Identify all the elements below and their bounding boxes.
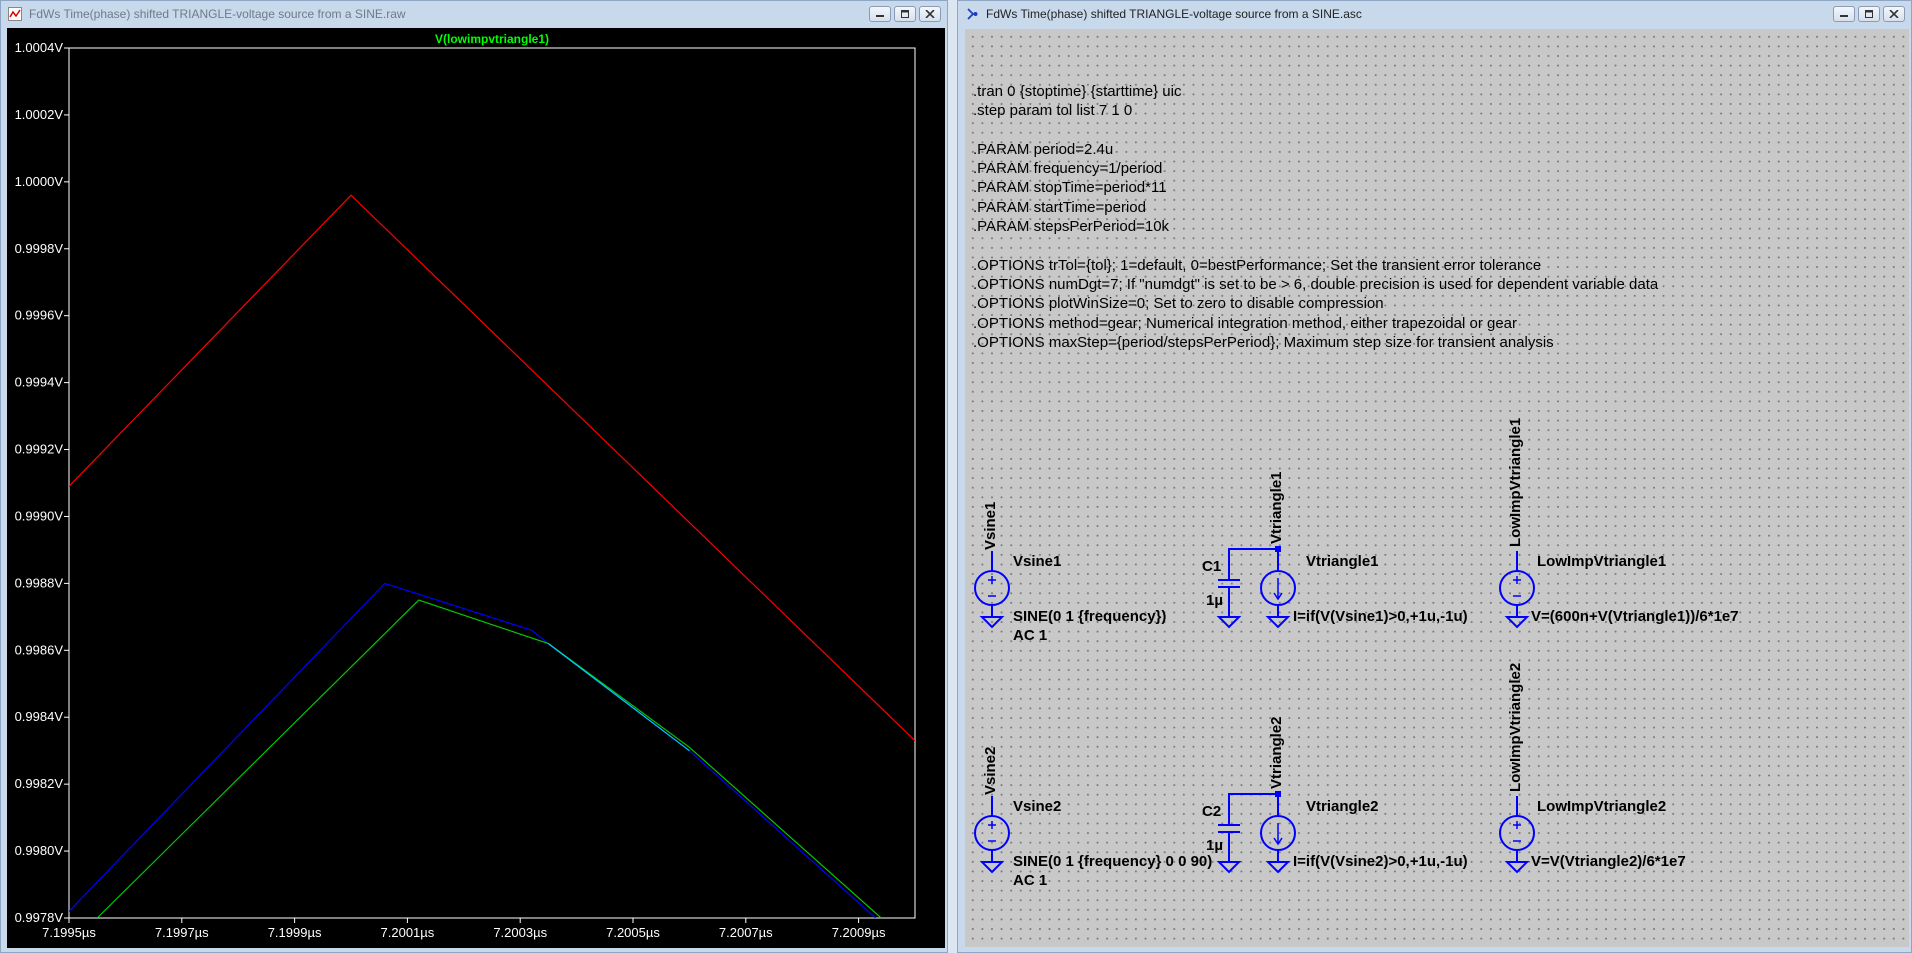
schematic-symbols xyxy=(974,546,1535,874)
y-tick-label: 0.9982V xyxy=(15,776,64,791)
x-tick-label: 7.1999µs xyxy=(268,925,322,940)
c2-symbol xyxy=(1216,793,1278,874)
vsine1-symbol xyxy=(974,551,1010,629)
lowimp1-symbol xyxy=(1499,551,1535,629)
waveform-window-title: FdWs Time(phase) shifted TRIANGLE-voltag… xyxy=(29,7,406,21)
trace-line-0 xyxy=(69,194,915,742)
y-tick-label: 1.0002V xyxy=(15,107,64,122)
c2-name[interactable]: C2 xyxy=(1202,803,1221,820)
schematic-titlebar[interactable]: FdWs Time(phase) shifted TRIANGLE-voltag… xyxy=(958,1,1911,27)
vsine2-ac[interactable]: AC 1 xyxy=(1013,872,1047,889)
lowimp1-value[interactable]: V=(600n+V(Vtriangle1))/6*1e7 xyxy=(1531,608,1739,625)
waveform-chart[interactable]: V(lowimpvtriangle1) 1.0004V 1.0002V 1.0000… xyxy=(7,28,945,948)
schematic-canvas[interactable]: .tran 0 {stoptime} {starttime} uic .step… xyxy=(965,29,1909,947)
vtriangle1-value[interactable]: I=if(V(Vsine1)>0,+1u,-1u) xyxy=(1293,608,1468,625)
c2-value[interactable]: 1µ xyxy=(1206,837,1223,854)
vsine1-value[interactable]: SINE(0 1 {frequency}) xyxy=(1013,608,1166,625)
net-label-vtriangle2[interactable]: Vtriangle2 xyxy=(1268,716,1285,789)
net-label-vtriangle1[interactable]: Vtriangle1 xyxy=(1268,471,1285,544)
vsine1-ac[interactable]: AC 1 xyxy=(1013,627,1047,644)
c1-symbol xyxy=(1216,548,1278,629)
minimize-button[interactable] xyxy=(1833,6,1855,22)
vtriangle2-value[interactable]: I=if(V(Vsine2)>0,+1u,-1u) xyxy=(1293,853,1468,870)
c1-name[interactable]: C1 xyxy=(1202,558,1221,575)
maximize-button[interactable] xyxy=(894,6,916,22)
waveform-window: FdWs Time(phase) shifted TRIANGLE-voltag… xyxy=(0,0,948,953)
lowimp2-symbol xyxy=(1499,796,1535,874)
y-tick-label: 1.0004V xyxy=(15,40,64,55)
c1-value[interactable]: 1µ xyxy=(1206,592,1223,609)
trace-line-1 xyxy=(69,582,876,918)
x-axis-ticks: 7.1995µs 7.1997µs 7.1999µs 7.2001µs 7.2003µs… xyxy=(42,918,886,940)
minimize-button[interactable] xyxy=(869,6,891,22)
x-tick-label: 7.1997µs xyxy=(155,925,209,940)
y-axis-ticks: 1.0004V 1.0002V 1.0000V 0.9998V 0.9996V 0.999… xyxy=(15,40,69,925)
net-label-vsine1[interactable]: Vsine1 xyxy=(982,502,999,550)
vtriangle2-name[interactable]: Vtriangle2 xyxy=(1306,798,1379,815)
x-tick-label: 7.2005µs xyxy=(606,925,660,940)
waveform-titlebar[interactable]: FdWs Time(phase) shifted TRIANGLE-voltag… xyxy=(1,1,947,27)
schematic-app-icon xyxy=(965,7,979,21)
vsine2-name[interactable]: Vsine2 xyxy=(1013,798,1061,815)
vtriangle2-symbol xyxy=(1260,791,1296,874)
x-tick-label: 7.2007µs xyxy=(719,925,773,940)
net-label-lowimp1[interactable]: LowImpVtriangle1 xyxy=(1507,418,1524,547)
y-tick-label: 0.9996V xyxy=(15,308,64,323)
y-tick-label: 0.9984V xyxy=(15,709,64,724)
y-tick-label: 0.9994V xyxy=(15,375,64,390)
vsine2-symbol xyxy=(974,796,1010,874)
x-tick-label: 7.2009µs xyxy=(832,925,886,940)
y-tick-label: 0.9992V xyxy=(15,442,64,457)
traces xyxy=(69,194,915,918)
plot-frame xyxy=(68,47,916,919)
waveform-plot-area[interactable]: V(lowimpvtriangle1) 1.0004V 1.0002V 1.0000… xyxy=(7,28,945,948)
waveform-app-icon xyxy=(8,7,22,21)
vsine2-value[interactable]: SINE(0 1 {frequency} 0 0 90) xyxy=(1013,853,1212,870)
y-tick-label: 0.9986V xyxy=(15,642,64,657)
y-tick-label: 0.9990V xyxy=(15,508,64,523)
trace-label: V(lowimpvtriangle1) xyxy=(435,32,549,46)
vtriangle1-symbol xyxy=(1260,546,1296,629)
y-tick-label: 0.9978V xyxy=(15,910,64,925)
trace-line-3 xyxy=(548,643,690,752)
y-tick-label: 0.9998V xyxy=(15,241,64,256)
close-button[interactable] xyxy=(1883,6,1905,22)
lowimp2-value[interactable]: V=V(Vtriangle2)/6*1e7 xyxy=(1531,853,1686,870)
lowimp2-name[interactable]: LowImpVtriangle2 xyxy=(1537,798,1666,815)
y-tick-label: 0.9980V xyxy=(15,843,64,858)
y-tick-label: 0.9988V xyxy=(15,575,64,590)
vsine1-name[interactable]: Vsine1 xyxy=(1013,553,1061,570)
close-button[interactable] xyxy=(919,6,941,22)
schematic-window: FdWs Time(phase) shifted TRIANGLE-voltag… xyxy=(957,0,1912,953)
x-tick-label: 7.1995µs xyxy=(42,925,96,940)
net-label-lowimp2[interactable]: LowImpVtriangle2 xyxy=(1507,663,1524,792)
lowimp1-name[interactable]: LowImpVtriangle1 xyxy=(1537,553,1666,570)
net-label-vsine2[interactable]: Vsine2 xyxy=(982,747,999,795)
y-tick-label: 1.0000V xyxy=(15,174,64,189)
vtriangle1-name[interactable]: Vtriangle1 xyxy=(1306,553,1379,570)
x-tick-label: 7.2003µs xyxy=(493,925,547,940)
x-tick-label: 7.2001µs xyxy=(381,925,435,940)
maximize-button[interactable] xyxy=(1858,6,1880,22)
schematic-window-title: FdWs Time(phase) shifted TRIANGLE-voltag… xyxy=(986,7,1362,21)
